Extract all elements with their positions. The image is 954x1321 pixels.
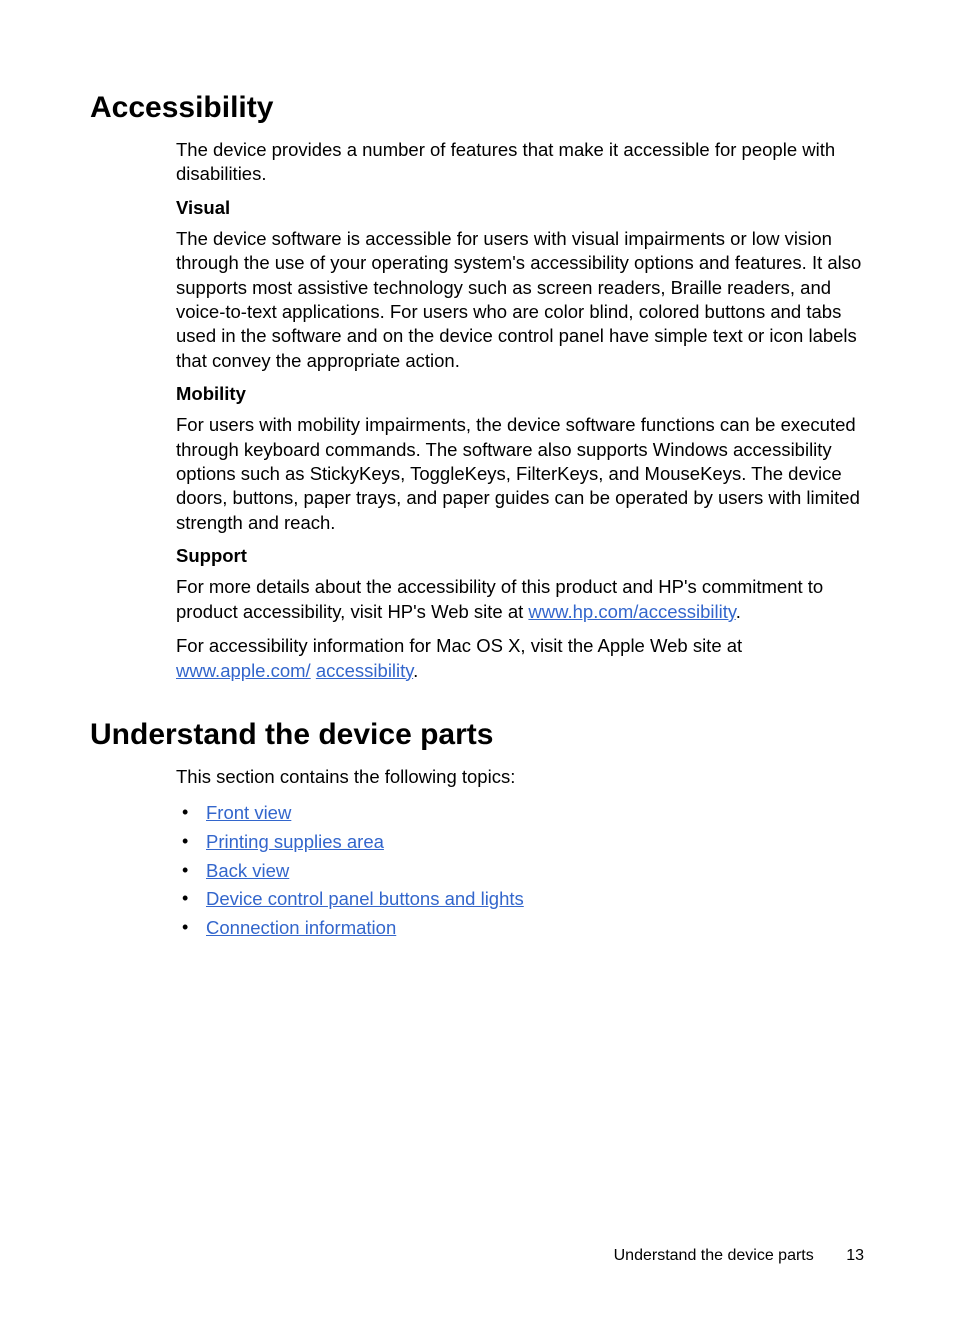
link-printing-supplies[interactable]: Printing supplies area [206,831,384,852]
support-p2-post: . [413,660,418,681]
link-back-view[interactable]: Back view [206,860,289,881]
link-hp-accessibility[interactable]: www.hp.com/accessibility [528,601,735,622]
accessibility-intro: The device provides a number of features… [176,138,880,187]
link-apple-accessibility-1[interactable]: www.apple.com/ [176,660,311,681]
visual-text: The device software is accessible for us… [176,227,880,373]
support-p1: For more details about the accessibility… [176,575,880,624]
support-p2: For accessibility information for Mac OS… [176,634,880,683]
mobility-text: For users with mobility impairments, the… [176,413,880,535]
support-p2-pre: For accessibility information for Mac OS… [176,635,742,656]
link-apple-accessibility-2[interactable]: accessibility [316,660,413,681]
page-number: 13 [846,1247,864,1265]
subhead-mobility: Mobility [176,383,880,405]
subhead-visual: Visual [176,197,880,219]
list-item: Device control panel buttons and lights [176,885,880,914]
heading-understand: Understand the device parts [90,717,880,753]
list-item: Back view [176,857,880,886]
link-connection-info[interactable]: Connection information [206,917,396,938]
understand-intro: This section contains the following topi… [176,765,880,789]
page-footer: Understand the device parts 13 [614,1247,864,1265]
list-item: Connection information [176,914,880,943]
heading-accessibility: Accessibility [90,90,880,126]
support-p1-post: . [736,601,741,622]
list-item: Printing supplies area [176,828,880,857]
link-control-panel[interactable]: Device control panel buttons and lights [206,888,524,909]
link-front-view[interactable]: Front view [206,802,291,823]
topics-list: Front view Printing supplies area Back v… [176,799,880,942]
subhead-support: Support [176,545,880,567]
list-item: Front view [176,799,880,828]
footer-title: Understand the device parts [614,1247,814,1264]
